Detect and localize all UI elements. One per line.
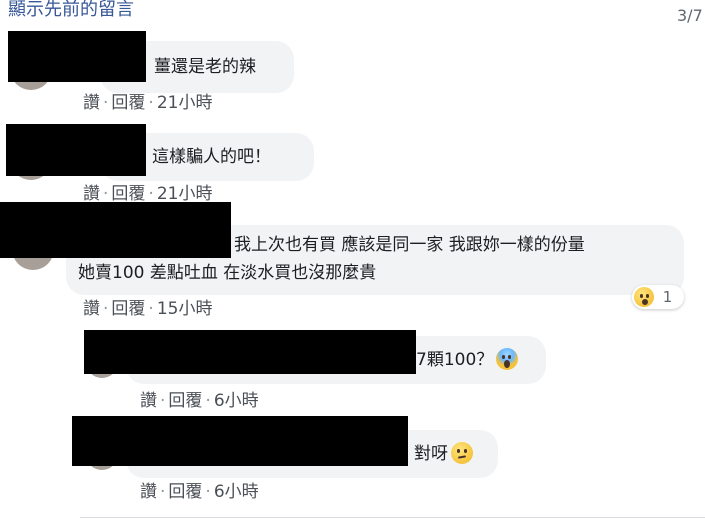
astonished-emoji-icon (634, 287, 654, 307)
timestamp-link[interactable]: 21小時 (157, 92, 213, 114)
like-link[interactable]: 讚 (140, 481, 157, 503)
comment-actions: 讚 · 回覆 · 15小時 (83, 298, 212, 320)
separator-dot: · (160, 391, 166, 411)
separator-dot: · (103, 93, 109, 113)
like-link[interactable]: 讚 (83, 298, 100, 320)
comment-text: 這樣騙人的吧！ (152, 147, 271, 167)
separator-dot: · (205, 482, 211, 502)
redacted-name (6, 124, 146, 176)
timestamp-link[interactable]: 6小時 (214, 481, 259, 503)
like-link[interactable]: 讚 (83, 92, 100, 114)
reaction-count-pill[interactable]: 1 (632, 285, 684, 309)
divider (80, 517, 705, 518)
comment-count: 3/7 (677, 6, 703, 25)
redacted-name (0, 202, 231, 258)
reaction-count: 1 (662, 288, 673, 306)
separator-dot: · (148, 93, 154, 113)
show-previous-comments-link[interactable]: 顯示先前的留言 (8, 0, 134, 22)
timestamp-link[interactable]: 6小時 (214, 390, 259, 412)
redacted-name (8, 31, 146, 82)
reply-link[interactable]: 回覆 (168, 390, 202, 412)
scream-emoji-icon (496, 348, 519, 370)
like-link[interactable]: 讚 (140, 390, 157, 412)
separator-dot: · (103, 299, 109, 319)
confused-emoji-icon (451, 442, 473, 464)
comment-actions: 讚 · 回覆 · 21小時 (83, 92, 212, 114)
reply-link[interactable]: 回覆 (111, 298, 145, 320)
redacted-name (84, 330, 416, 374)
comment-actions: 讚 · 回覆 · 6小時 (140, 390, 259, 412)
comment-text: 薑還是老的辣 (154, 57, 256, 77)
separator-dot: · (205, 391, 211, 411)
timestamp-link[interactable]: 15小時 (157, 298, 213, 320)
separator-dot: · (148, 299, 154, 319)
reply-link[interactable]: 回覆 (168, 481, 202, 503)
comment-text: 對呀 (414, 444, 448, 464)
comment-text: 7顆100？ (416, 350, 494, 370)
comment-actions: 讚 · 回覆 · 6小時 (140, 481, 259, 503)
redacted-name (72, 416, 408, 466)
reply-link[interactable]: 回覆 (111, 92, 145, 114)
separator-dot: · (160, 482, 166, 502)
comment-text-line: 她賣100 差點吐血 在淡水買也沒那麼貴 (78, 263, 377, 283)
